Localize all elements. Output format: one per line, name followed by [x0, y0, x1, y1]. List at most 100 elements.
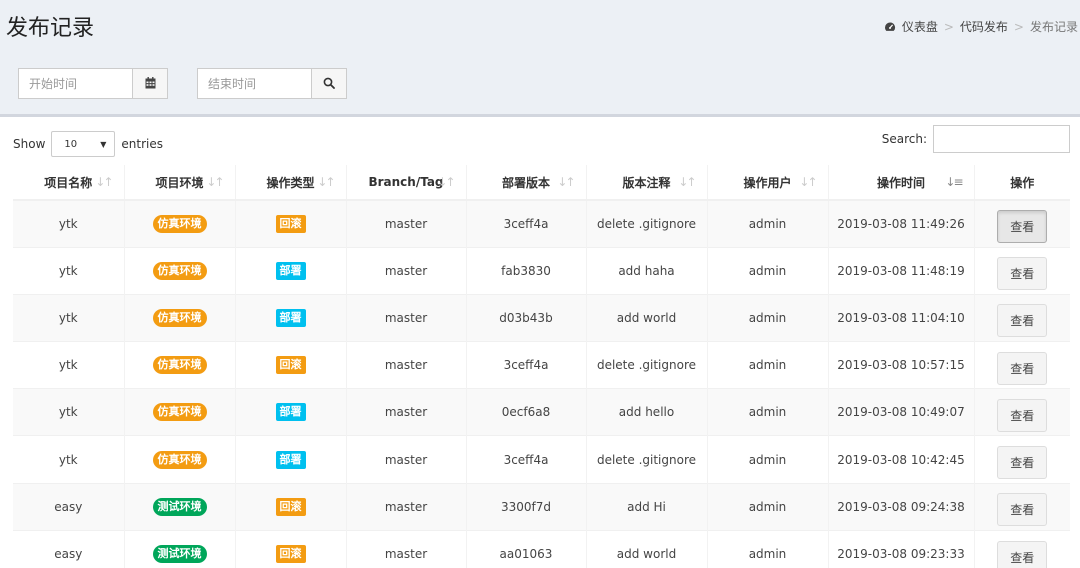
- sort-icon: ↓↑: [206, 175, 224, 189]
- view-button[interactable]: 查看: [997, 493, 1048, 527]
- column-header[interactable]: 操作用户 ↓↑: [707, 165, 829, 201]
- search-button[interactable]: [311, 68, 347, 99]
- calendar-button[interactable]: [132, 68, 168, 99]
- cell-op: 回滚: [235, 199, 347, 248]
- project-text: ytk: [58, 310, 78, 325]
- entries-label: entries: [121, 137, 163, 151]
- branch-text: master: [384, 358, 428, 373]
- view-button[interactable]: 查看: [997, 257, 1048, 291]
- column-header-label: 部署版本: [501, 175, 550, 190]
- column-header[interactable]: 操作时间 ↓≡: [828, 165, 975, 201]
- column-header[interactable]: 项目名称 ↓↑: [13, 165, 125, 201]
- table-row: easy 测试环境 回滚 master 3300f7d add Hi admin 2019-0…: [13, 482, 1070, 531]
- version-text: 3ceff4a: [503, 216, 549, 231]
- search-input[interactable]: [933, 125, 1070, 153]
- note-text: delete .gitignore: [596, 358, 697, 373]
- entries-select[interactable]: 10 ▼: [51, 131, 116, 157]
- breadcrumb-home[interactable]: 仪表盘: [902, 18, 938, 35]
- branch-text: master: [384, 452, 428, 467]
- branch-text: master: [384, 263, 428, 278]
- column-header[interactable]: Branch/Tag ↓↑: [346, 165, 467, 201]
- breadcrumb-code-release[interactable]: 代码发布: [960, 18, 1008, 35]
- cell-project: ytk: [13, 435, 125, 484]
- view-button[interactable]: 查看: [997, 540, 1048, 568]
- user-text: admin: [748, 452, 787, 467]
- start-date-group: [18, 68, 168, 99]
- environment-badge: 测试环境: [152, 545, 207, 564]
- end-date-input[interactable]: [197, 68, 311, 99]
- cell-time: 2019-03-08 10:49:07: [828, 388, 975, 436]
- column-header-label: 项目名称: [44, 175, 93, 190]
- cell-op: 部署: [235, 293, 347, 342]
- version-text: aa01063: [499, 547, 553, 562]
- environment-badge: 仿真环境: [152, 214, 207, 233]
- operation-type-label: 回滚: [275, 214, 306, 233]
- cell-branch: master: [346, 199, 467, 248]
- table-row: easy 测试环境 回滚 master aa01063 add world admin 201…: [13, 529, 1070, 568]
- cell-action: 查看: [974, 435, 1070, 484]
- cell-branch: master: [346, 293, 467, 342]
- project-text: ytk: [58, 358, 78, 373]
- cell-env: 仿真环境: [124, 435, 236, 484]
- view-button[interactable]: 查看: [997, 210, 1048, 244]
- user-text: admin: [748, 547, 787, 562]
- cell-project: easy: [13, 482, 125, 531]
- operation-type-label: 部署: [275, 261, 306, 280]
- cell-user: admin: [707, 529, 829, 568]
- cell-op: 部署: [235, 435, 347, 484]
- environment-badge: 仿真环境: [152, 261, 207, 280]
- cell-time: 2019-03-08 10:57:15: [828, 341, 975, 389]
- time-text: 2019-03-08 11:49:26: [837, 216, 965, 231]
- cell-note: add world: [586, 529, 708, 568]
- column-header[interactable]: 项目环境 ↓↑: [124, 165, 236, 201]
- cell-env: 测试环境: [124, 482, 236, 531]
- search-icon: [323, 74, 335, 93]
- cell-user: admin: [707, 293, 829, 342]
- sort-desc-icon: ↓≡: [945, 175, 963, 189]
- cell-op: 回滚: [235, 529, 347, 568]
- sort-icon: ↓↑: [557, 175, 575, 189]
- sort-icon: ↓↑: [678, 175, 696, 189]
- cell-op: 部署: [235, 388, 347, 436]
- table-row: ytk 仿真环境 部署 master d03b43b add world admin 2019…: [13, 293, 1070, 342]
- cell-project: ytk: [13, 293, 125, 342]
- project-text: ytk: [58, 216, 78, 231]
- cell-project: ytk: [13, 388, 125, 436]
- view-button[interactable]: 查看: [997, 304, 1048, 338]
- cell-env: 仿真环境: [124, 293, 236, 342]
- view-button[interactable]: 查看: [997, 351, 1048, 385]
- search-control: Search:: [882, 125, 1070, 153]
- project-text: easy: [54, 499, 83, 514]
- time-text: 2019-03-08 09:24:38: [837, 499, 965, 514]
- user-text: admin: [748, 499, 787, 514]
- operation-type-label: 回滚: [275, 497, 306, 516]
- user-text: admin: [748, 310, 787, 325]
- search-label: Search:: [881, 132, 927, 146]
- cell-user: admin: [707, 388, 829, 436]
- cell-user: admin: [707, 482, 829, 531]
- cell-time: 2019-03-08 11:49:26: [828, 199, 975, 248]
- column-header[interactable]: 部署版本 ↓↑: [466, 165, 587, 201]
- page-title: 发布记录: [6, 16, 95, 41]
- column-header-label: 操作用户: [743, 175, 792, 190]
- start-date-input[interactable]: [18, 68, 132, 99]
- column-header[interactable]: 版本注释 ↓↑: [586, 165, 708, 201]
- cell-user: admin: [707, 246, 829, 295]
- cell-note: add haha: [586, 246, 708, 295]
- cell-note: delete .gitignore: [586, 199, 708, 248]
- show-label: Show: [13, 137, 46, 151]
- branch-text: master: [384, 405, 428, 420]
- time-text: 2019-03-08 09:23:33: [837, 547, 965, 562]
- sort-icon: ↓↑: [317, 175, 335, 189]
- cell-version: 3ceff4a: [466, 435, 587, 484]
- cell-op: 部署: [235, 246, 347, 295]
- project-text: easy: [54, 547, 83, 562]
- view-button[interactable]: 查看: [997, 446, 1048, 480]
- view-button[interactable]: 查看: [997, 398, 1048, 432]
- cell-env: 仿真环境: [124, 199, 236, 248]
- column-header[interactable]: 操作类型 ↓↑: [235, 165, 347, 201]
- breadcrumb: 仪表盘 > 代码发布 > 发布记录: [884, 18, 1078, 35]
- version-text: 3300f7d: [500, 499, 551, 514]
- cell-branch: master: [346, 482, 467, 531]
- user-text: admin: [748, 358, 787, 373]
